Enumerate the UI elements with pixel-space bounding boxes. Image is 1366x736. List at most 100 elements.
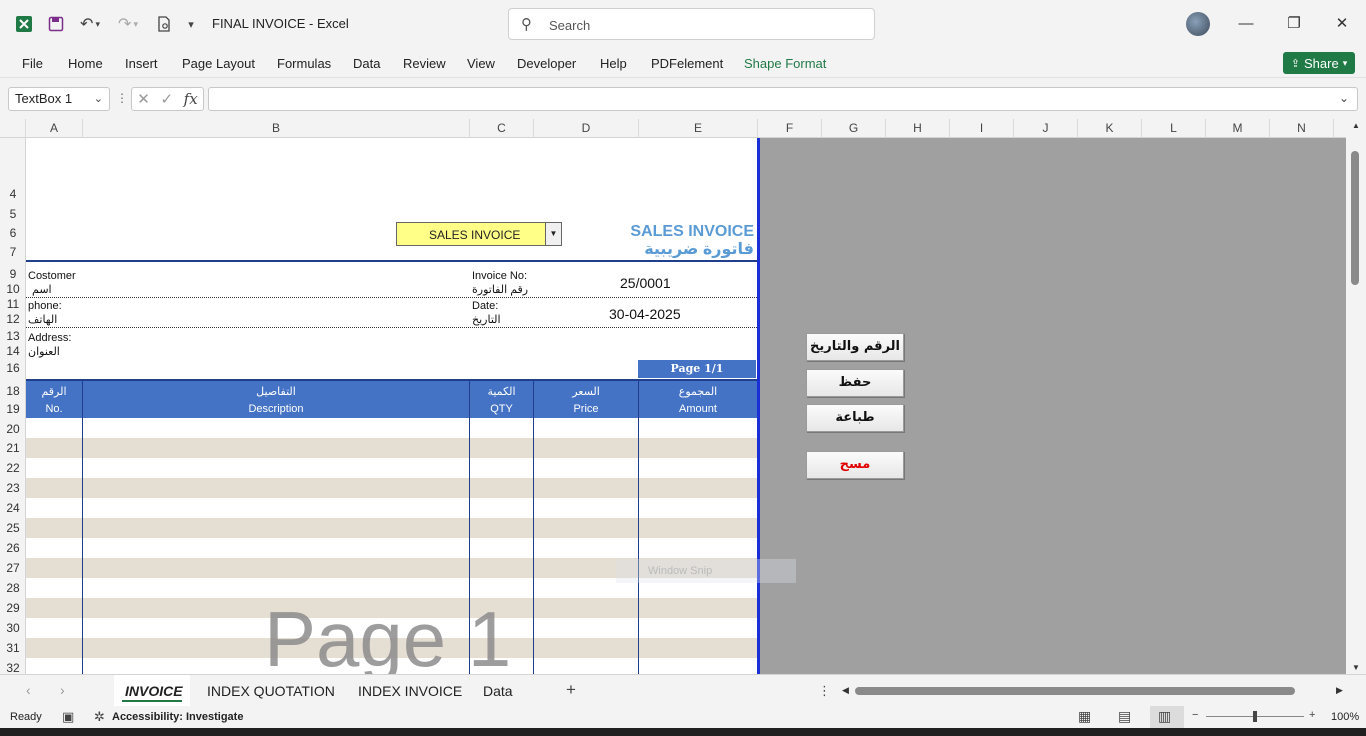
row-header[interactable]: 4	[0, 187, 26, 201]
tab-shape-format[interactable]: Shape Format	[744, 56, 826, 71]
tab-help[interactable]: Help	[600, 56, 627, 71]
scroll-right-icon[interactable]: ▶	[1336, 685, 1343, 696]
row-header[interactable]: 25	[0, 521, 26, 535]
restore-button[interactable]: ❐	[1282, 12, 1306, 36]
tab-developer[interactable]: Developer	[517, 56, 576, 71]
table-row[interactable]	[26, 458, 757, 478]
scrollbar-thumb[interactable]	[1351, 151, 1359, 285]
column-header[interactable]: G	[822, 119, 886, 138]
avatar[interactable]	[1186, 12, 1210, 36]
worksheet-grid[interactable]: A B C D E F G H I J K L M N 4 5 6 7 9 10…	[0, 119, 1366, 674]
undo-icon[interactable]: ↶ ▾	[76, 14, 104, 34]
chevron-down-icon[interactable]: ▼	[545, 223, 561, 245]
normal-view-icon[interactable]: ▦	[1078, 708, 1091, 725]
tab-pdfelement[interactable]: PDFelement	[651, 56, 723, 71]
row-header[interactable]: 22	[0, 461, 26, 475]
table-row[interactable]	[26, 478, 757, 498]
horizontal-scrollbar[interactable]: ◀ ▶	[842, 685, 1346, 697]
row-header[interactable]: 29	[0, 601, 26, 615]
row-header[interactable]: 6	[0, 226, 26, 240]
row-header[interactable]: 19	[0, 402, 26, 416]
zoom-level[interactable]: 100%	[1331, 711, 1359, 723]
row-header[interactable]: 30	[0, 621, 26, 635]
share-button[interactable]: ⇪ Share ▾	[1283, 52, 1355, 74]
column-header[interactable]: A	[26, 119, 83, 138]
zoom-slider-thumb[interactable]	[1253, 711, 1257, 722]
redo-icon[interactable]: ↷ ▾	[114, 14, 142, 34]
row-header[interactable]: 14	[0, 344, 26, 358]
customize-toolbar-icon[interactable]: ▾	[184, 14, 198, 34]
column-header[interactable]: M	[1206, 119, 1270, 138]
tab-page-layout[interactable]: Page Layout	[182, 56, 255, 71]
invoice-type-dropdown[interactable]: SALES INVOICE ▼	[396, 222, 562, 246]
name-box[interactable]: TextBox 1 ⌄	[8, 87, 110, 111]
column-header[interactable]: B	[83, 119, 470, 138]
column-header[interactable]: L	[1142, 119, 1206, 138]
number-date-button[interactable]: الرقم والتاريخ	[806, 333, 904, 361]
tab-view[interactable]: View	[467, 56, 495, 71]
row-header[interactable]: 20	[0, 422, 26, 436]
enter-icon[interactable]: ✓	[160, 90, 173, 108]
column-header[interactable]: N	[1270, 119, 1334, 138]
row-header[interactable]: 9	[0, 267, 26, 281]
scrollbar-thumb[interactable]	[855, 687, 1295, 695]
print-invoice-button[interactable]: طباعة	[806, 404, 904, 432]
accessibility-status[interactable]: Accessibility: Investigate	[112, 711, 243, 723]
row-header[interactable]: 16	[0, 361, 26, 375]
accessibility-icon[interactable]: ✲	[94, 709, 105, 725]
insert-function-icon[interactable]: fx	[184, 90, 198, 108]
date-value[interactable]: 30-04-2025	[609, 306, 681, 322]
row-header[interactable]: 26	[0, 541, 26, 555]
add-sheet-icon[interactable]: +	[566, 680, 576, 700]
row-header[interactable]: 32	[0, 661, 26, 674]
row-header[interactable]: 5	[0, 207, 26, 221]
table-row[interactable]	[26, 438, 757, 458]
save-icon[interactable]	[46, 14, 66, 34]
row-header[interactable]: 31	[0, 641, 26, 655]
cancel-icon[interactable]: ✕	[137, 90, 150, 108]
clear-invoice-button[interactable]: مسح	[806, 451, 904, 479]
zoom-in-icon[interactable]: +	[1309, 709, 1315, 721]
row-header[interactable]: 18	[0, 384, 26, 398]
row-header[interactable]: 27	[0, 561, 26, 575]
search-input[interactable]: ⚲ Search	[508, 8, 875, 40]
sheet-tab-data[interactable]: Data	[483, 683, 513, 699]
more-sheets-icon[interactable]: ⋮	[818, 683, 831, 699]
sheet-tab-index-invoice[interactable]: INDEX INVOICE	[358, 683, 462, 699]
row-header[interactable]: 21	[0, 441, 26, 455]
scroll-up-icon[interactable]: ▲	[1352, 121, 1360, 130]
table-row[interactable]	[26, 518, 757, 538]
vertical-scrollbar[interactable]: ▲ ▼	[1346, 119, 1366, 674]
zoom-out-icon[interactable]: −	[1192, 709, 1198, 721]
prev-sheet-icon[interactable]: ‹	[26, 682, 31, 698]
invoice-no-value[interactable]: 25/0001	[620, 275, 671, 291]
scroll-left-icon[interactable]: ◀	[842, 685, 849, 696]
tab-review[interactable]: Review	[403, 56, 446, 71]
column-header[interactable]: C	[470, 119, 534, 138]
table-row[interactable]	[26, 538, 757, 558]
page-layout-view-icon[interactable]: ▤	[1118, 708, 1131, 725]
column-header[interactable]: D	[534, 119, 639, 138]
sheet-tab-invoice[interactable]: INVOICE	[125, 683, 183, 699]
tab-insert[interactable]: Insert	[125, 56, 158, 71]
formula-input[interactable]: ⌄	[208, 87, 1358, 111]
row-header[interactable]: 7	[0, 245, 26, 259]
row-header[interactable]: 11	[0, 297, 26, 311]
row-header[interactable]: 28	[0, 581, 26, 595]
row-header[interactable]: 12	[0, 312, 26, 326]
next-sheet-icon[interactable]: ›	[60, 682, 65, 698]
tab-file[interactable]: File	[22, 56, 43, 71]
macro-recording-icon[interactable]: ▣	[62, 709, 74, 725]
tab-formulas[interactable]: Formulas	[277, 56, 331, 71]
column-header[interactable]: H	[886, 119, 950, 138]
tab-home[interactable]: Home	[68, 56, 103, 71]
column-header[interactable]: I	[950, 119, 1014, 138]
sheet-tab-index-quotation[interactable]: INDEX QUOTATION	[207, 683, 335, 699]
close-button[interactable]: ✕	[1330, 12, 1354, 36]
row-header[interactable]: 13	[0, 329, 26, 343]
print-preview-icon[interactable]	[154, 14, 174, 34]
scroll-down-icon[interactable]: ▼	[1352, 663, 1360, 672]
column-header[interactable]: F	[758, 119, 822, 138]
column-header[interactable]: E	[639, 119, 758, 138]
table-row[interactable]	[26, 418, 757, 438]
